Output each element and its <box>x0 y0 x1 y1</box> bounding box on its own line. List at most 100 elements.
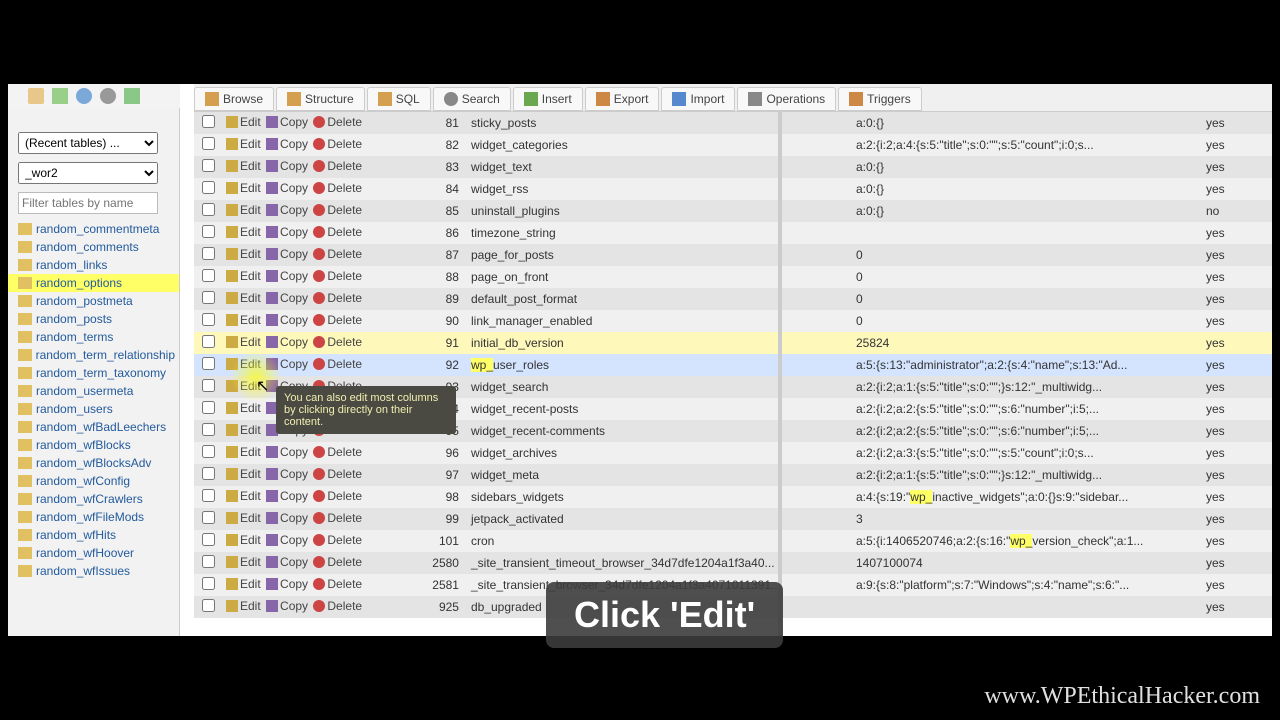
edit-link[interactable]: Edit <box>226 467 261 481</box>
sidebar-table-item[interactable]: random_usermeta <box>8 382 179 400</box>
row-checkbox[interactable] <box>202 555 215 568</box>
option-value[interactable]: a:0:{} <box>852 200 1202 222</box>
sidebar-table-item[interactable]: random_postmeta <box>8 292 179 310</box>
sidebar-table-item[interactable]: random_term_taxonomy <box>8 364 179 382</box>
sidebar-table-item[interactable]: random_wfCrawlers <box>8 490 179 508</box>
option-name[interactable]: _site_transient_timeout_browser_34d7dfe1… <box>467 552 852 574</box>
copy-link[interactable]: Copy <box>266 357 308 371</box>
option-value[interactable]: a:2:{i:2;a:3:{s:5:"title";s:0:"";s:5:"co… <box>852 442 1202 464</box>
edit-link[interactable]: Edit <box>226 401 261 415</box>
edit-link[interactable]: Edit <box>226 599 261 613</box>
option-value[interactable]: 25824 <box>852 332 1202 354</box>
edit-link[interactable]: Edit <box>226 115 261 129</box>
option-value[interactable]: a:0:{} <box>852 178 1202 200</box>
delete-link[interactable]: Delete <box>313 445 362 459</box>
row-checkbox[interactable] <box>202 269 215 282</box>
delete-link[interactable]: Delete <box>313 203 362 217</box>
edit-link[interactable]: Edit <box>226 555 261 569</box>
option-value[interactable]: a:2:{i:2;a:2:{s:5:"title";s:0:"";s:6:"nu… <box>852 420 1202 442</box>
edit-link[interactable]: Edit <box>226 511 261 525</box>
row-checkbox[interactable] <box>202 225 215 238</box>
sidebar-table-item[interactable]: random_wfHoover <box>8 544 179 562</box>
row-checkbox[interactable] <box>202 467 215 480</box>
option-value[interactable]: a:4:{s:19:"wp_inactive_widgets";a:0:{}s:… <box>852 486 1202 508</box>
copy-link[interactable]: Copy <box>266 269 308 283</box>
tab-browse[interactable]: Browse <box>194 87 274 111</box>
tab-export[interactable]: Export <box>585 87 660 111</box>
option-name[interactable]: jetpack_activated <box>467 508 852 530</box>
logout-icon[interactable] <box>52 88 68 104</box>
sidebar-table-item[interactable]: random_wfFileMods <box>8 508 179 526</box>
row-checkbox[interactable] <box>202 445 215 458</box>
help-icon[interactable] <box>100 88 116 104</box>
delete-link[interactable]: Delete <box>313 533 362 547</box>
row-checkbox[interactable] <box>202 313 215 326</box>
option-value[interactable]: 3 <box>852 508 1202 530</box>
row-checkbox[interactable] <box>202 335 215 348</box>
sidebar-table-item[interactable]: random_posts <box>8 310 179 328</box>
delete-link[interactable]: Delete <box>313 313 362 327</box>
edit-link[interactable]: Edit <box>226 423 261 437</box>
option-name[interactable]: page_for_posts <box>467 244 852 266</box>
copy-link[interactable]: Copy <box>266 599 308 613</box>
edit-link[interactable]: Edit <box>226 181 261 195</box>
copy-link[interactable]: Copy <box>266 489 308 503</box>
delete-link[interactable]: Delete <box>313 159 362 173</box>
option-name[interactable]: widget_recent-comments <box>467 420 852 442</box>
edit-link[interactable]: Edit <box>226 225 261 239</box>
option-name[interactable]: timezone_string <box>467 222 852 244</box>
edit-link[interactable]: Edit <box>226 247 261 261</box>
database-select[interactable]: _wor2 <box>18 162 158 184</box>
sidebar-table-item[interactable]: random_term_relationship <box>8 346 179 364</box>
copy-link[interactable]: Copy <box>266 313 308 327</box>
copy-link[interactable]: Copy <box>266 181 308 195</box>
delete-link[interactable]: Delete <box>313 247 362 261</box>
row-checkbox[interactable] <box>202 577 215 590</box>
delete-link[interactable]: Delete <box>313 115 362 129</box>
option-value[interactable]: 0 <box>852 310 1202 332</box>
globe-icon[interactable] <box>76 88 92 104</box>
tab-structure[interactable]: Structure <box>276 87 365 111</box>
copy-link[interactable]: Copy <box>266 555 308 569</box>
edit-link[interactable]: Edit <box>226 269 261 283</box>
sidebar-table-item[interactable]: random_wfBadLeechers <box>8 418 179 436</box>
home-icon[interactable] <box>28 88 44 104</box>
option-name[interactable]: sidebars_widgets <box>467 486 852 508</box>
option-name[interactable]: cron <box>467 530 852 552</box>
sidebar-table-item[interactable]: random_wfConfig <box>8 472 179 490</box>
row-checkbox[interactable] <box>202 203 215 216</box>
copy-link[interactable]: Copy <box>266 247 308 261</box>
row-checkbox[interactable] <box>202 379 215 392</box>
option-value[interactable]: a:9:{s:8:"platform";s:7:"Windows";s:4:"n… <box>852 574 1202 596</box>
tab-triggers[interactable]: Triggers <box>838 87 922 111</box>
copy-link[interactable]: Copy <box>266 137 308 151</box>
option-name[interactable]: widget_archives <box>467 442 852 464</box>
sidebar-table-item[interactable]: random_comments <box>8 238 179 256</box>
option-name[interactable]: widget_rss <box>467 178 852 200</box>
option-value[interactable] <box>852 596 1202 618</box>
tab-insert[interactable]: Insert <box>513 87 583 111</box>
delete-link[interactable]: Delete <box>313 225 362 239</box>
option-value[interactable]: a:2:{i:2;a:1:{s:5:"title";s:0:"";}s:12:"… <box>852 464 1202 486</box>
row-checkbox[interactable] <box>202 247 215 260</box>
sidebar-table-item[interactable]: random_wfHits <box>8 526 179 544</box>
edit-link[interactable]: Edit <box>226 159 261 173</box>
sidebar-table-item[interactable]: random_wfBlocks <box>8 436 179 454</box>
copy-link[interactable]: Copy <box>266 159 308 173</box>
option-value[interactable]: a:0:{} <box>852 156 1202 178</box>
row-checkbox[interactable] <box>202 137 215 150</box>
delete-link[interactable]: Delete <box>313 599 362 613</box>
option-name[interactable]: initial_db_version <box>467 332 852 354</box>
option-name[interactable]: default_post_format <box>467 288 852 310</box>
option-value[interactable]: 0 <box>852 288 1202 310</box>
option-name[interactable]: wp_user_roles <box>467 354 852 376</box>
copy-link[interactable]: Copy <box>266 291 308 305</box>
option-value[interactable]: 0 <box>852 266 1202 288</box>
copy-link[interactable]: Copy <box>266 115 308 129</box>
delete-link[interactable]: Delete <box>313 467 362 481</box>
edit-link[interactable]: Edit <box>226 489 261 503</box>
delete-link[interactable]: Delete <box>313 335 362 349</box>
option-name[interactable]: sticky_posts <box>467 112 852 134</box>
copy-link[interactable]: Copy <box>266 335 308 349</box>
option-name[interactable]: link_manager_enabled <box>467 310 852 332</box>
